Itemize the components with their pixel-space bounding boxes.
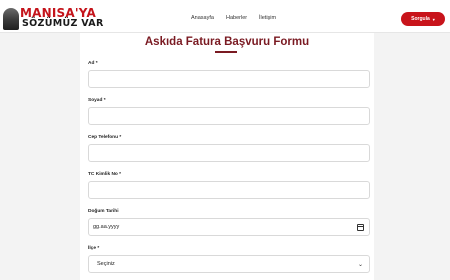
ilce-selected-value: Seçiniz [97, 261, 115, 267]
date-placeholder: gg.aa.yyyy [93, 224, 120, 230]
candidate-photo [3, 8, 19, 30]
sorgula-label: Sorgula [411, 16, 430, 22]
ad-label: Ad * [88, 61, 98, 66]
site-logo[interactable]: MANISA'YA SÖZÜMÜZ VAR [3, 6, 103, 30]
site-header: MANISA'YA SÖZÜMÜZ VAR Anasayfa Haberler … [0, 0, 450, 33]
chevron-down-icon: ⌄ [357, 262, 363, 268]
nav-item-anasayfa[interactable]: Anasayfa [191, 15, 214, 21]
nav-item-haberler[interactable]: Haberler [226, 15, 247, 21]
tc-kimlik-label: TC Kimlik No * [88, 172, 122, 177]
sorgula-button[interactable]: Sorgula ▾ [401, 12, 445, 26]
tc-kimlik-input[interactable] [88, 181, 370, 199]
title-underline [215, 51, 237, 53]
nav-item-iletisim[interactable]: İletişim [259, 15, 276, 21]
ilce-select[interactable]: Seçiniz ⌄ [88, 255, 370, 273]
cep-telefonu-label: Cep Telefonu * [88, 135, 122, 140]
dogum-tarihi-label: Doğum Tarihi [88, 209, 119, 214]
ad-input[interactable] [88, 70, 370, 88]
ilce-label: İlçe * [88, 246, 100, 251]
chevron-down-icon: ▾ [432, 16, 435, 22]
soyad-input[interactable] [88, 107, 370, 125]
logo-line2: SÖZÜMÜZ VAR [22, 18, 104, 29]
soyad-label: Soyad * [88, 98, 106, 103]
form-title: Askıda Fatura Başvuru Formu [144, 36, 310, 48]
cep-telefonu-input[interactable] [88, 144, 370, 162]
dogum-tarihi-input[interactable]: gg.aa.yyyy [88, 218, 370, 236]
calendar-icon[interactable] [357, 224, 364, 231]
form-card: Askıda Fatura Başvuru Formu Ad * Soyad *… [80, 33, 374, 280]
